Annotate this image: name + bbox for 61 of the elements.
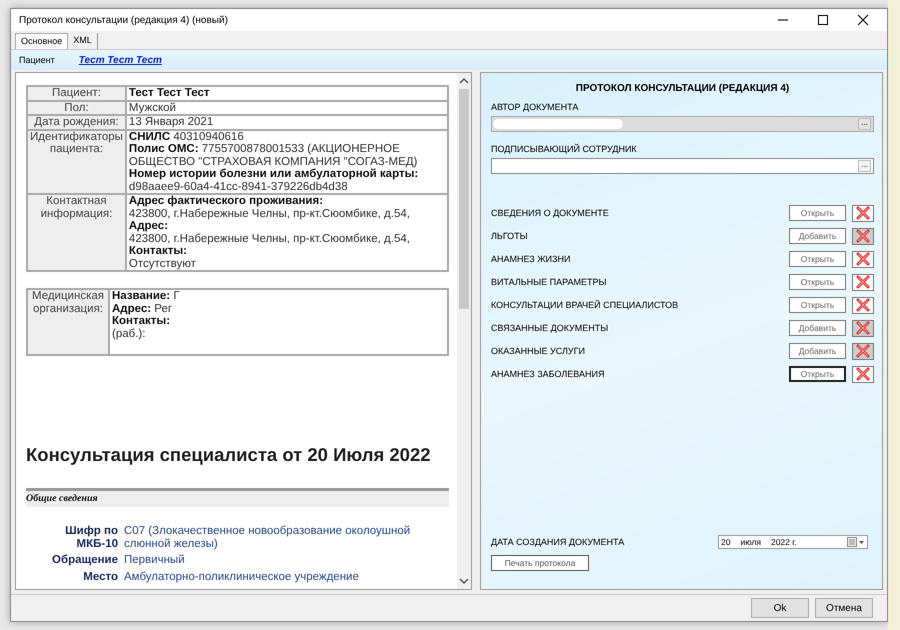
date-field[interactable]: 20 июля 2022 г. [718,535,868,549]
table-cell: Контактная информация: [27,194,126,271]
action-button[interactable]: Открыть [789,274,846,290]
patient-link[interactable]: Тест Тест Тест [78,54,162,66]
delete-button[interactable] [852,296,874,314]
field-label: Место [82,570,118,583]
dialog-button[interactable]: Отмена [815,598,873,618]
section-label: СВЯЗАННЫЕ ДОКУМЕНТЫ [491,323,610,333]
action-button[interactable]: Открыть [789,366,846,382]
scrollbar[interactable] [457,73,471,589]
delete-button[interactable] [852,274,874,290]
action-button[interactable]: Открыть [789,251,846,267]
table-cell: Дата рождения: [27,115,126,130]
field-label: Обращение [51,554,118,566]
action-button[interactable]: Добавить [789,320,846,336]
table-cell: Пациент: [27,86,126,100]
print-button[interactable]: Печать протокола [491,555,589,571]
section-label: КОНСУЛЬТАЦИИ ВРАЧЕЙ СПЕЦИАЛИСТОВ [491,300,680,310]
close-icon[interactable] [857,14,869,26]
table-cell: Название: Г Адрес: Рег Контакты: (раб.): [109,289,448,355]
field-label: АВТОР ДОКУМЕНТА [491,102,578,112]
action-button[interactable]: Добавить [789,343,846,359]
maximize-icon[interactable] [817,14,829,26]
delete-button[interactable] [852,204,874,222]
section-header: Общие сведения [26,488,449,507]
browse-button[interactable]: ... [858,160,871,172]
delete-button[interactable] [852,366,874,382]
table-cell: Идентификаторы пациента: [27,130,126,194]
patient-label: Пациент [19,55,55,65]
table-cell: Мужской [126,100,448,115]
field-value: Амбулаторно-поликлиническое учреждение [124,570,360,583]
delete-button[interactable] [852,250,874,268]
section-label: АНАМНЕЗ ЗАБОЛЕВАНИЯ [491,369,606,379]
dialog-button[interactable]: Ok [751,598,809,618]
scroll-down-icon[interactable] [459,577,469,585]
document-heading: Консультация специалиста от 20 Июля 2022 [26,444,432,466]
action-button[interactable]: Открыть [789,297,846,313]
scroll-up-icon[interactable] [459,77,469,85]
section-label: АНАМНЕЗ ЖИЗНИ [491,254,572,264]
table-cell: СНИЛС 40310940616 Полис ОМС: 7755700878001533 (АКЦИОНЕРНОЕ ОБЩЕСТВО "СТРАХОВАЯ КОМПАНИЯ "СОГАЗ-МЕД) Номер истории болезни или амбулаторной карты: d98aaee9-60a4-41cc-8941-379226db4d38 [126,130,448,194]
input-field[interactable]: ... [491,158,874,174]
date-label: ДАТА СОЗДАНИЯ ДОКУМЕНТА [491,537,626,547]
field-label: Шифр по МКБ-10 [64,525,118,550]
table-cell: Медицинская организация: [27,289,109,355]
table-cell: Адрес фактического проживания: 423800, г.Набережные Челны, пр-кт.Сюомбике, д.54, Адрес: 423800, г.Набережные Челны, пр-кт.Сюомбике, д.54, Контакты: Отсутствуют [126,194,448,271]
section-label: ОКАЗАННЫЕ УСЛУГИ [491,346,586,356]
section-label: СВЕДЕНИЯ О ДОКУМЕНТЕ [491,208,610,218]
action-button[interactable]: Открыть [789,205,846,221]
section-label: ВИТАЛЬНЫЕ ПАРАМЕТРЫ [491,277,608,287]
field-label: ПОДПИСЫВАЮЩИЙ СОТРУДНИК [491,144,637,154]
table-cell: Тест Тест Тест [126,86,448,100]
window-title: Протокол консультации (редакция 4) (новый) [19,14,229,26]
tab[interactable]: XML [68,33,98,49]
calendar-icon[interactable] [847,537,865,547]
field-value: C07 (Злокачественное новообразование околоушной слюнной железы) [124,525,412,550]
section-label: ЛЬГОТЫ [491,231,529,241]
tab[interactable]: Основное [15,33,68,49]
action-button[interactable]: Добавить [789,228,846,244]
form-title: ПРОТОКОЛ КОНСУЛЬТАЦИИ (РЕДАКЦИЯ 4) [574,83,790,94]
table-cell: 13 Января 2021 [126,115,448,130]
field-value: Первичный [124,554,186,566]
